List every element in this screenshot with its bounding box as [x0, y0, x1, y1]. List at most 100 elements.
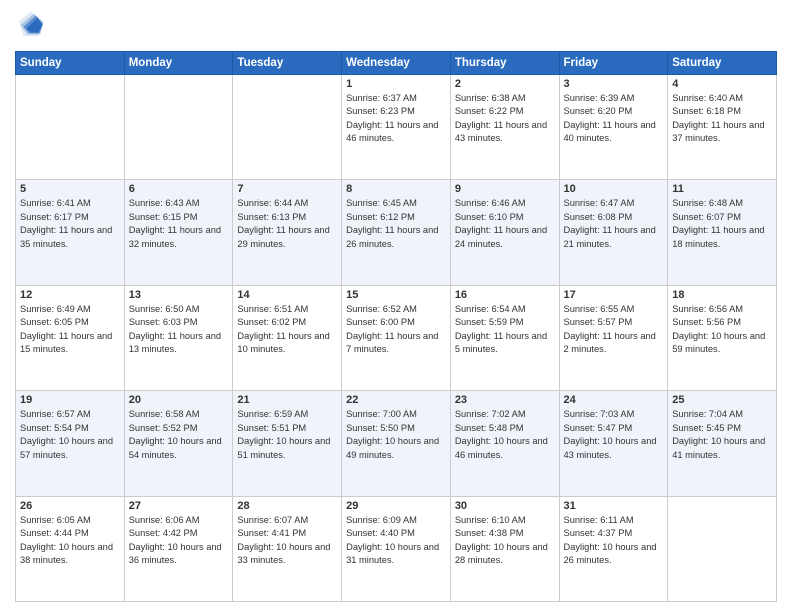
day-number: 30: [455, 500, 555, 512]
sunrise: Sunrise: 6:44 AM: [237, 198, 308, 208]
calendar-day-cell: 8 Sunrise: 6:45 AM Sunset: 6:12 PM Dayli…: [342, 180, 451, 285]
sunset: Sunset: 6:20 PM: [564, 106, 633, 116]
sunset: Sunset: 6:07 PM: [672, 212, 741, 222]
day-info: Sunrise: 6:56 AM Sunset: 5:56 PM Dayligh…: [672, 303, 772, 357]
calendar-day-cell: 13 Sunrise: 6:50 AM Sunset: 6:03 PM Dayl…: [124, 285, 233, 390]
calendar-day-cell: 20 Sunrise: 6:58 AM Sunset: 5:52 PM Dayl…: [124, 391, 233, 496]
daylight: Daylight: 11 hours and 7 minutes.: [346, 331, 438, 354]
daylight: Daylight: 11 hours and 24 minutes.: [455, 225, 547, 248]
sunrise: Sunrise: 6:11 AM: [564, 515, 634, 525]
calendar-header-monday: Monday: [124, 52, 233, 75]
sunset: Sunset: 5:45 PM: [672, 423, 741, 433]
calendar-page: SundayMondayTuesdayWednesdayThursdayFrid…: [0, 0, 792, 612]
sunrise: Sunrise: 6:07 AM: [237, 515, 308, 525]
sunrise: Sunrise: 7:02 AM: [455, 409, 526, 419]
calendar-header-thursday: Thursday: [450, 52, 559, 75]
daylight: Daylight: 11 hours and 46 minutes.: [346, 120, 438, 143]
day-info: Sunrise: 6:58 AM Sunset: 5:52 PM Dayligh…: [129, 408, 229, 462]
calendar-header-friday: Friday: [559, 52, 668, 75]
day-number: 4: [672, 78, 772, 90]
day-info: Sunrise: 7:00 AM Sunset: 5:50 PM Dayligh…: [346, 408, 446, 462]
sunset: Sunset: 6:05 PM: [20, 317, 89, 327]
daylight: Daylight: 10 hours and 41 minutes.: [672, 436, 765, 459]
day-info: Sunrise: 6:47 AM Sunset: 6:08 PM Dayligh…: [564, 197, 664, 251]
sunrise: Sunrise: 6:47 AM: [564, 198, 635, 208]
sunset: Sunset: 6:12 PM: [346, 212, 415, 222]
day-info: Sunrise: 7:02 AM Sunset: 5:48 PM Dayligh…: [455, 408, 555, 462]
sunrise: Sunrise: 6:10 AM: [455, 515, 526, 525]
daylight: Daylight: 11 hours and 18 minutes.: [672, 225, 764, 248]
day-number: 8: [346, 183, 446, 195]
daylight: Daylight: 11 hours and 2 minutes.: [564, 331, 656, 354]
daylight: Daylight: 11 hours and 26 minutes.: [346, 225, 438, 248]
calendar-day-cell: 31 Sunrise: 6:11 AM Sunset: 4:37 PM Dayl…: [559, 496, 668, 601]
sunrise: Sunrise: 6:52 AM: [346, 304, 417, 314]
day-info: Sunrise: 6:48 AM Sunset: 6:07 PM Dayligh…: [672, 197, 772, 251]
calendar-day-cell: [668, 496, 777, 601]
calendar-day-cell: [233, 75, 342, 180]
calendar-day-cell: [124, 75, 233, 180]
day-number: 1: [346, 78, 446, 90]
sunrise: Sunrise: 6:09 AM: [346, 515, 417, 525]
day-number: 23: [455, 394, 555, 406]
logo-icon: [17, 10, 45, 38]
day-info: Sunrise: 6:40 AM Sunset: 6:18 PM Dayligh…: [672, 92, 772, 146]
sunset: Sunset: 5:57 PM: [564, 317, 633, 327]
day-number: 9: [455, 183, 555, 195]
day-number: 3: [564, 78, 664, 90]
daylight: Daylight: 10 hours and 51 minutes.: [237, 436, 330, 459]
calendar-week-row: 5 Sunrise: 6:41 AM Sunset: 6:17 PM Dayli…: [16, 180, 777, 285]
day-number: 12: [20, 289, 120, 301]
sunrise: Sunrise: 6:37 AM: [346, 93, 417, 103]
day-number: 11: [672, 183, 772, 195]
sunset: Sunset: 6:15 PM: [129, 212, 198, 222]
sunset: Sunset: 6:17 PM: [20, 212, 89, 222]
day-number: 24: [564, 394, 664, 406]
daylight: Daylight: 10 hours and 49 minutes.: [346, 436, 439, 459]
day-info: Sunrise: 6:07 AM Sunset: 4:41 PM Dayligh…: [237, 514, 337, 568]
calendar-day-cell: 10 Sunrise: 6:47 AM Sunset: 6:08 PM Dayl…: [559, 180, 668, 285]
daylight: Daylight: 11 hours and 40 minutes.: [564, 120, 656, 143]
calendar-week-row: 1 Sunrise: 6:37 AM Sunset: 6:23 PM Dayli…: [16, 75, 777, 180]
day-number: 10: [564, 183, 664, 195]
day-info: Sunrise: 6:57 AM Sunset: 5:54 PM Dayligh…: [20, 408, 120, 462]
daylight: Daylight: 10 hours and 26 minutes.: [564, 542, 657, 565]
day-info: Sunrise: 6:10 AM Sunset: 4:38 PM Dayligh…: [455, 514, 555, 568]
day-number: 31: [564, 500, 664, 512]
sunrise: Sunrise: 6:58 AM: [129, 409, 200, 419]
day-info: Sunrise: 7:04 AM Sunset: 5:45 PM Dayligh…: [672, 408, 772, 462]
calendar-day-cell: 25 Sunrise: 7:04 AM Sunset: 5:45 PM Dayl…: [668, 391, 777, 496]
daylight: Daylight: 10 hours and 54 minutes.: [129, 436, 222, 459]
calendar-header-wednesday: Wednesday: [342, 52, 451, 75]
calendar-day-cell: 27 Sunrise: 6:06 AM Sunset: 4:42 PM Dayl…: [124, 496, 233, 601]
sunset: Sunset: 6:10 PM: [455, 212, 524, 222]
day-number: 21: [237, 394, 337, 406]
sunset: Sunset: 6:08 PM: [564, 212, 633, 222]
daylight: Daylight: 11 hours and 29 minutes.: [237, 225, 329, 248]
day-number: 16: [455, 289, 555, 301]
day-number: 13: [129, 289, 229, 301]
daylight: Daylight: 11 hours and 13 minutes.: [129, 331, 221, 354]
sunrise: Sunrise: 6:49 AM: [20, 304, 91, 314]
sunrise: Sunrise: 6:06 AM: [129, 515, 200, 525]
day-info: Sunrise: 6:52 AM Sunset: 6:00 PM Dayligh…: [346, 303, 446, 357]
day-info: Sunrise: 6:44 AM Sunset: 6:13 PM Dayligh…: [237, 197, 337, 251]
calendar-day-cell: 23 Sunrise: 7:02 AM Sunset: 5:48 PM Dayl…: [450, 391, 559, 496]
sunset: Sunset: 5:56 PM: [672, 317, 741, 327]
daylight: Daylight: 10 hours and 31 minutes.: [346, 542, 439, 565]
calendar-day-cell: 15 Sunrise: 6:52 AM Sunset: 6:00 PM Dayl…: [342, 285, 451, 390]
sunset: Sunset: 6:13 PM: [237, 212, 306, 222]
day-info: Sunrise: 6:09 AM Sunset: 4:40 PM Dayligh…: [346, 514, 446, 568]
calendar-day-cell: 17 Sunrise: 6:55 AM Sunset: 5:57 PM Dayl…: [559, 285, 668, 390]
day-number: 6: [129, 183, 229, 195]
calendar-day-cell: 28 Sunrise: 6:07 AM Sunset: 4:41 PM Dayl…: [233, 496, 342, 601]
day-number: 29: [346, 500, 446, 512]
day-number: 18: [672, 289, 772, 301]
calendar-day-cell: 7 Sunrise: 6:44 AM Sunset: 6:13 PM Dayli…: [233, 180, 342, 285]
day-info: Sunrise: 6:51 AM Sunset: 6:02 PM Dayligh…: [237, 303, 337, 357]
sunrise: Sunrise: 6:43 AM: [129, 198, 200, 208]
day-info: Sunrise: 6:41 AM Sunset: 6:17 PM Dayligh…: [20, 197, 120, 251]
sunrise: Sunrise: 7:03 AM: [564, 409, 635, 419]
calendar-header-tuesday: Tuesday: [233, 52, 342, 75]
sunrise: Sunrise: 6:38 AM: [455, 93, 526, 103]
